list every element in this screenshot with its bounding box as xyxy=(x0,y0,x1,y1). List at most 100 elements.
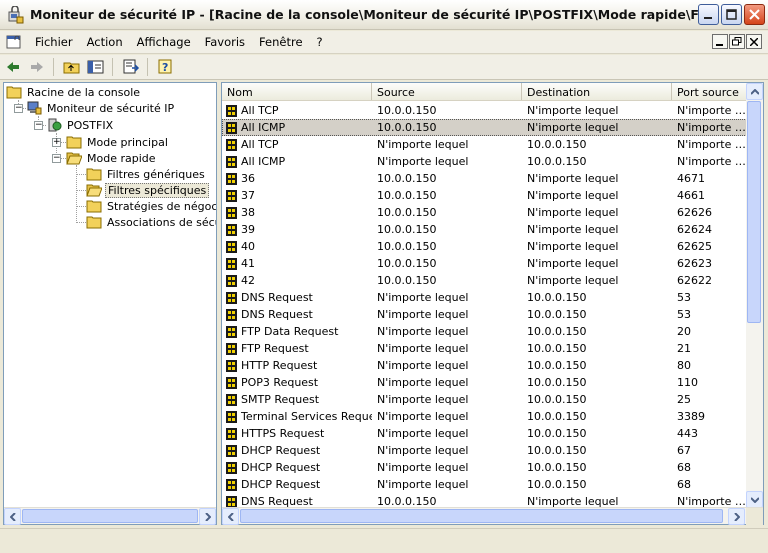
scroll-right-button[interactable] xyxy=(728,508,745,525)
table-row[interactable]: DNS Request N'importe lequel 10.0.0.150 53 xyxy=(222,289,747,306)
tree-node-ip-security-monitor[interactable]: Moniteur de sécurité IP xyxy=(26,100,176,116)
cell-name: 38 xyxy=(222,206,372,220)
cell-name: SMTP Request xyxy=(222,393,372,407)
scroll-right-button[interactable] xyxy=(199,508,216,525)
minimize-button[interactable] xyxy=(698,4,719,25)
cell-source-port: 53 xyxy=(677,308,691,321)
cell-source: 10.0.0.150 xyxy=(377,240,437,253)
up-level-button[interactable] xyxy=(61,57,83,77)
table-row[interactable]: All ICMP 10.0.0.150 N'importe lequel N'impo… xyxy=(222,119,747,136)
cell-name: DNS Request xyxy=(222,291,372,305)
tree-node-generic-filters[interactable]: Filtres génériques xyxy=(86,166,207,182)
folder-icon xyxy=(86,168,102,181)
help-button[interactable]: ? xyxy=(155,57,177,77)
table-row[interactable]: 36 10.0.0.150 N'importe lequel 4671 xyxy=(222,170,747,187)
child-minimize-button[interactable] xyxy=(712,34,728,49)
list-vertical-scrollbar[interactable] xyxy=(746,83,763,508)
table-row[interactable]: SMTP Request N'importe lequel 10.0.0.150 25 xyxy=(222,391,747,408)
scrollbar-corner xyxy=(746,508,763,525)
table-row[interactable]: 38 10.0.0.150 N'importe lequel 62626 xyxy=(222,204,747,221)
cell-source: 10.0.0.150 xyxy=(377,172,437,185)
table-row[interactable]: All TCP 10.0.0.150 N'importe lequel N'impor… xyxy=(222,102,747,119)
table-row[interactable]: DHCP Request N'importe lequel 10.0.0.150 68 xyxy=(222,476,747,493)
table-row[interactable]: FTP Request N'importe lequel 10.0.0.150 21 xyxy=(222,340,747,357)
column-header-source-port[interactable]: Port source xyxy=(672,83,747,100)
cell-name: 39 xyxy=(222,223,372,237)
table-row[interactable]: 37 10.0.0.150 N'importe lequel 4661 xyxy=(222,187,747,204)
scroll-left-button[interactable] xyxy=(4,508,21,525)
scroll-up-button[interactable] xyxy=(746,83,763,100)
collapse-toggle[interactable]: − xyxy=(14,104,23,113)
chevron-left-icon xyxy=(227,512,234,521)
scroll-thumb[interactable] xyxy=(240,509,723,523)
child-restore-button[interactable] xyxy=(729,34,745,49)
cell-source-port: 21 xyxy=(677,342,691,355)
cell-name: DHCP Request xyxy=(222,478,372,492)
table-row[interactable]: HTTP Request N'importe lequel 10.0.0.150 80 xyxy=(222,357,747,374)
menu-help[interactable]: ? xyxy=(310,35,330,49)
console-window-icon[interactable] xyxy=(6,34,22,50)
child-close-button[interactable] xyxy=(746,34,762,49)
collapse-toggle[interactable]: − xyxy=(52,154,61,163)
column-header-source[interactable]: Source xyxy=(372,83,522,100)
filter-name: DNS Request xyxy=(241,308,313,321)
column-header-destination[interactable]: Destination xyxy=(522,83,672,100)
back-button[interactable] xyxy=(2,57,24,77)
tree-node-security-associations[interactable]: Associations de sécurité xyxy=(86,214,216,230)
table-row[interactable]: FTP Data Request N'importe lequel 10.0.0.1… xyxy=(222,323,747,340)
maximize-button[interactable] xyxy=(721,4,742,25)
table-row[interactable]: DHCP Request N'importe lequel 10.0.0.150 68 xyxy=(222,459,747,476)
collapse-toggle[interactable]: − xyxy=(34,121,43,130)
table-row[interactable]: HTTPS Request N'importe lequel 10.0.0.150 4… xyxy=(222,425,747,442)
column-header-name[interactable]: Nom xyxy=(222,83,372,100)
menu-fichier[interactable]: Fichier xyxy=(28,35,80,49)
close-button[interactable] xyxy=(744,4,765,25)
table-row[interactable]: All ICMP N'importe lequel 10.0.0.150 N'impo… xyxy=(222,153,747,170)
cell-name: HTTPS Request xyxy=(222,427,372,441)
console-tree: Racine de la console − Moniteur de sécur… xyxy=(4,83,216,507)
table-row[interactable]: All TCP N'importe lequel 10.0.0.150 N'impor… xyxy=(222,136,747,153)
export-list-button[interactable] xyxy=(120,57,142,77)
list-horizontal-scrollbar[interactable] xyxy=(222,507,763,525)
help-icon: ? xyxy=(158,59,172,74)
table-row[interactable]: 40 10.0.0.150 N'importe lequel 62625 xyxy=(222,238,747,255)
cell-name: Terminal Services Request xyxy=(222,410,372,424)
table-row[interactable]: DNS Request N'importe lequel 10.0.0.150 53 xyxy=(222,306,747,323)
menu-favoris[interactable]: Favoris xyxy=(198,35,252,49)
table-row[interactable]: DHCP Request N'importe lequel 10.0.0.150 67 xyxy=(222,442,747,459)
toolbar-separator xyxy=(147,58,148,76)
table-row[interactable]: Terminal Services Request N'importe leque… xyxy=(222,408,747,425)
chevron-right-icon xyxy=(733,512,740,521)
tree-horizontal-scrollbar[interactable] xyxy=(4,507,216,525)
folder-open-icon xyxy=(66,152,82,165)
table-row[interactable]: 42 10.0.0.150 N'importe lequel 62622 xyxy=(222,272,747,289)
scroll-thumb[interactable] xyxy=(747,101,761,323)
forward-button[interactable] xyxy=(26,57,48,77)
cell-source-port: 62626 xyxy=(677,206,712,219)
tree-node-console-root[interactable]: Racine de la console xyxy=(6,84,142,100)
cell-source-port: 4661 xyxy=(677,189,705,202)
menu-affichage[interactable]: Affichage xyxy=(130,35,198,49)
cell-name: 42 xyxy=(222,274,372,288)
scroll-left-button[interactable] xyxy=(222,508,239,525)
table-row[interactable]: DNS Request 10.0.0.150 N'importe lequel N'i… xyxy=(222,493,747,508)
table-row[interactable]: POP3 Request N'importe lequel 10.0.0.150 11… xyxy=(222,374,747,391)
tree-node-quick-mode[interactable]: Mode rapide xyxy=(66,150,158,166)
results-list-pane[interactable]: Nom Source Destination Port source All T… xyxy=(221,82,764,525)
menu-fenetre[interactable]: Fenêtre xyxy=(252,35,309,49)
filter-name: All ICMP xyxy=(241,155,286,168)
expand-toggle[interactable]: + xyxy=(52,138,61,147)
scroll-down-button[interactable] xyxy=(746,491,763,508)
show-hide-tree-button[interactable] xyxy=(85,57,107,77)
tree-node-negotiation-policies[interactable]: Stratégies de négociatio xyxy=(86,198,216,214)
console-tree-pane[interactable]: Racine de la console − Moniteur de sécur… xyxy=(3,82,217,525)
table-row[interactable]: 39 10.0.0.150 N'importe lequel 62624 xyxy=(222,221,747,238)
filter-icon xyxy=(226,155,237,168)
menu-action[interactable]: Action xyxy=(80,35,130,49)
tree-node-specific-filters[interactable]: Filtres spécifiques xyxy=(86,182,210,198)
tree-node-main-mode[interactable]: Mode principal xyxy=(66,134,170,150)
tree-node-label: Racine de la console xyxy=(27,85,141,99)
scroll-thumb[interactable] xyxy=(22,509,198,523)
table-row[interactable]: 41 10.0.0.150 N'importe lequel 62623 xyxy=(222,255,747,272)
tree-node-postfix[interactable]: POSTFIX xyxy=(46,117,115,133)
